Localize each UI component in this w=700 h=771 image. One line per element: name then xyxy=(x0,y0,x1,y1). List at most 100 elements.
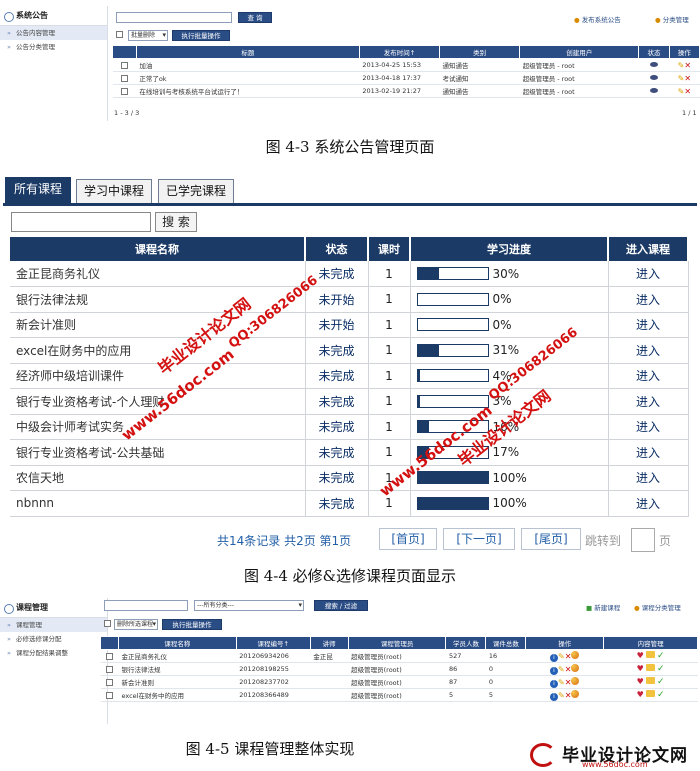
visible-eye-icon[interactable] xyxy=(649,62,658,67)
heart-icon[interactable]: ♥ xyxy=(637,651,644,660)
delete-x-icon[interactable]: ✕ xyxy=(684,74,691,83)
batch-execute-button[interactable]: 执行批量操作 xyxy=(172,30,230,41)
notice-title[interactable]: 正常了ok xyxy=(136,71,360,85)
heart-icon[interactable]: ♥ xyxy=(637,677,644,686)
delete-x-icon[interactable]: ✕ xyxy=(565,691,572,700)
pager-jump-input[interactable] xyxy=(631,528,655,552)
col-user[interactable]: 创建用户 xyxy=(519,45,640,59)
globe-icon[interactable] xyxy=(571,663,580,672)
col-course-teacher[interactable]: 讲师 xyxy=(309,636,349,650)
tab-all-courses[interactable]: 所有课程 xyxy=(5,177,71,204)
notice-title[interactable]: 加油 xyxy=(136,58,360,72)
course-row-checkbox[interactable] xyxy=(105,665,113,673)
category-select[interactable]: ---所有分类--- xyxy=(194,600,304,611)
course-select-all-checkbox[interactable] xyxy=(104,620,111,627)
check-icon[interactable]: ✓ xyxy=(657,690,665,700)
delete-x-icon[interactable]: ✕ xyxy=(565,652,572,661)
course-row-checkbox[interactable] xyxy=(105,691,113,699)
enter-course-link[interactable]: 进入 xyxy=(608,337,689,364)
enter-course-link[interactable]: 进入 xyxy=(608,490,689,517)
enter-course-link[interactable]: 进入 xyxy=(608,439,689,466)
notice-row-checkbox[interactable] xyxy=(120,74,128,82)
heart-icon[interactable]: ♥ xyxy=(637,664,644,673)
info-icon[interactable]: i xyxy=(550,666,559,675)
check-icon[interactable]: ✓ xyxy=(657,651,665,661)
col-type[interactable]: 类别 xyxy=(439,45,521,59)
check-icon[interactable]: ✓ xyxy=(657,664,665,674)
col-time[interactable]: 发布时间↑ xyxy=(358,45,441,59)
visible-eye-icon[interactable] xyxy=(649,88,658,93)
folder-icon[interactable] xyxy=(645,677,655,684)
edit-pencil-icon[interactable]: ✎ xyxy=(558,678,565,687)
course-row-checkbox[interactable] xyxy=(105,678,113,686)
course-row: 银行法律法规 未开始 1 0% 进入 xyxy=(10,286,689,313)
pager-next-button[interactable]: [下一页] xyxy=(443,528,515,550)
edit-pencil-icon[interactable]: ✎ xyxy=(558,652,565,661)
globe-icon[interactable] xyxy=(571,650,580,659)
col-course-code[interactable]: 课程编号↑ xyxy=(235,636,311,650)
enter-course-link[interactable]: 进入 xyxy=(608,388,689,415)
enter-course-link[interactable]: 进入 xyxy=(608,261,689,287)
info-icon[interactable]: i xyxy=(550,653,559,662)
info-icon[interactable]: i xyxy=(550,679,559,688)
tab-learning-courses[interactable]: 学习中课程 xyxy=(76,179,152,203)
course-admin-code: 201206934206 xyxy=(236,649,311,663)
pager-last-button[interactable]: [尾页] xyxy=(521,528,581,550)
folder-icon[interactable] xyxy=(645,651,655,658)
notice-search-input[interactable] xyxy=(116,12,232,23)
visible-eye-icon[interactable] xyxy=(649,75,658,80)
course-admin-name[interactable]: 金正昆商务礼仪 xyxy=(118,649,237,663)
delete-x-icon[interactable]: ✕ xyxy=(684,87,691,96)
enter-course-link[interactable]: 进入 xyxy=(608,465,689,491)
sidebar-item-notice-category[interactable]: 公告分类管理 xyxy=(0,40,107,54)
globe-icon[interactable] xyxy=(571,676,580,685)
col-course-students[interactable]: 学员人数 xyxy=(445,636,487,650)
publish-notice-link[interactable]: ● 发布系统公告 xyxy=(574,14,621,24)
folder-icon[interactable] xyxy=(645,690,655,697)
edit-pencil-icon[interactable]: ✎ xyxy=(558,665,565,674)
batch-action-select[interactable]: 批量删除 xyxy=(128,30,168,41)
enter-course-link[interactable]: 进入 xyxy=(608,363,689,389)
course-batch-execute-button[interactable]: 执行批量操作 xyxy=(162,619,222,630)
course-batch-select[interactable]: 删除所选课程 xyxy=(114,619,158,630)
sidebar-item-notice-content[interactable]: 公告内容管理 xyxy=(0,26,107,40)
pager-first-button[interactable]: [首页] xyxy=(379,528,437,550)
col-course-admin-name[interactable]: 课程名称 xyxy=(117,636,237,650)
notice-search-button[interactable]: 查 询 xyxy=(238,12,272,23)
globe-icon[interactable] xyxy=(571,689,580,698)
notice-row-checkbox[interactable] xyxy=(120,61,128,69)
category-manage-link[interactable]: ● 分类管理 xyxy=(655,14,689,24)
sidebar-item-assign-adjust[interactable]: 课程分配结果调整 xyxy=(0,646,107,660)
notice-row-checkbox[interactable] xyxy=(120,87,128,95)
course-search-input[interactable] xyxy=(11,212,151,232)
enter-course-link[interactable]: 进入 xyxy=(608,312,689,338)
course-admin-search-input[interactable] xyxy=(104,600,188,611)
col-title[interactable]: 标题 xyxy=(135,45,360,59)
course-search-button[interactable]: 搜 索 xyxy=(155,212,197,232)
enter-course-link[interactable]: 进入 xyxy=(608,286,689,313)
search-filter-button[interactable]: 搜索 / 过滤 xyxy=(314,600,368,611)
delete-x-icon[interactable]: ✕ xyxy=(684,61,691,70)
folder-icon[interactable] xyxy=(645,664,655,671)
enter-course-link[interactable]: 进入 xyxy=(608,414,689,440)
edit-pencil-icon[interactable]: ✎ xyxy=(558,691,565,700)
tab-finished-courses[interactable]: 已学完课程 xyxy=(158,179,234,203)
col-course-count[interactable]: 课件总数 xyxy=(485,636,527,650)
sidebar-item-course-assign[interactable]: 必修选修课分配 xyxy=(0,632,107,646)
sidebar-item-course-manage[interactable]: 课程管理 xyxy=(0,618,107,632)
delete-x-icon[interactable]: ✕ xyxy=(565,678,572,687)
course-category-link[interactable]: ● 课程分类管理 xyxy=(634,602,681,612)
select-all-checkbox[interactable] xyxy=(116,31,123,38)
check-icon[interactable]: ✓ xyxy=(657,677,665,687)
course-admin-name[interactable]: 银行法律法规 xyxy=(118,662,237,676)
new-course-link[interactable]: ■ 新建课程 xyxy=(586,602,620,612)
course-admin-name[interactable]: excel在财务中的应用 xyxy=(118,688,237,702)
delete-x-icon[interactable]: ✕ xyxy=(565,665,572,674)
course-admin-sidebar: 课程管理 课程管理 必修选修课分配 课程分配结果调整 xyxy=(0,598,108,724)
notice-title[interactable]: 在线培训与考核系统平台试运行了！ xyxy=(136,84,360,98)
info-icon[interactable]: i xyxy=(550,692,559,701)
course-admin-name[interactable]: 新会计准则 xyxy=(118,675,237,689)
course-row-checkbox[interactable] xyxy=(105,652,113,660)
heart-icon[interactable]: ♥ xyxy=(637,690,644,699)
col-course-admin-user[interactable]: 课程管理员 xyxy=(347,636,447,650)
